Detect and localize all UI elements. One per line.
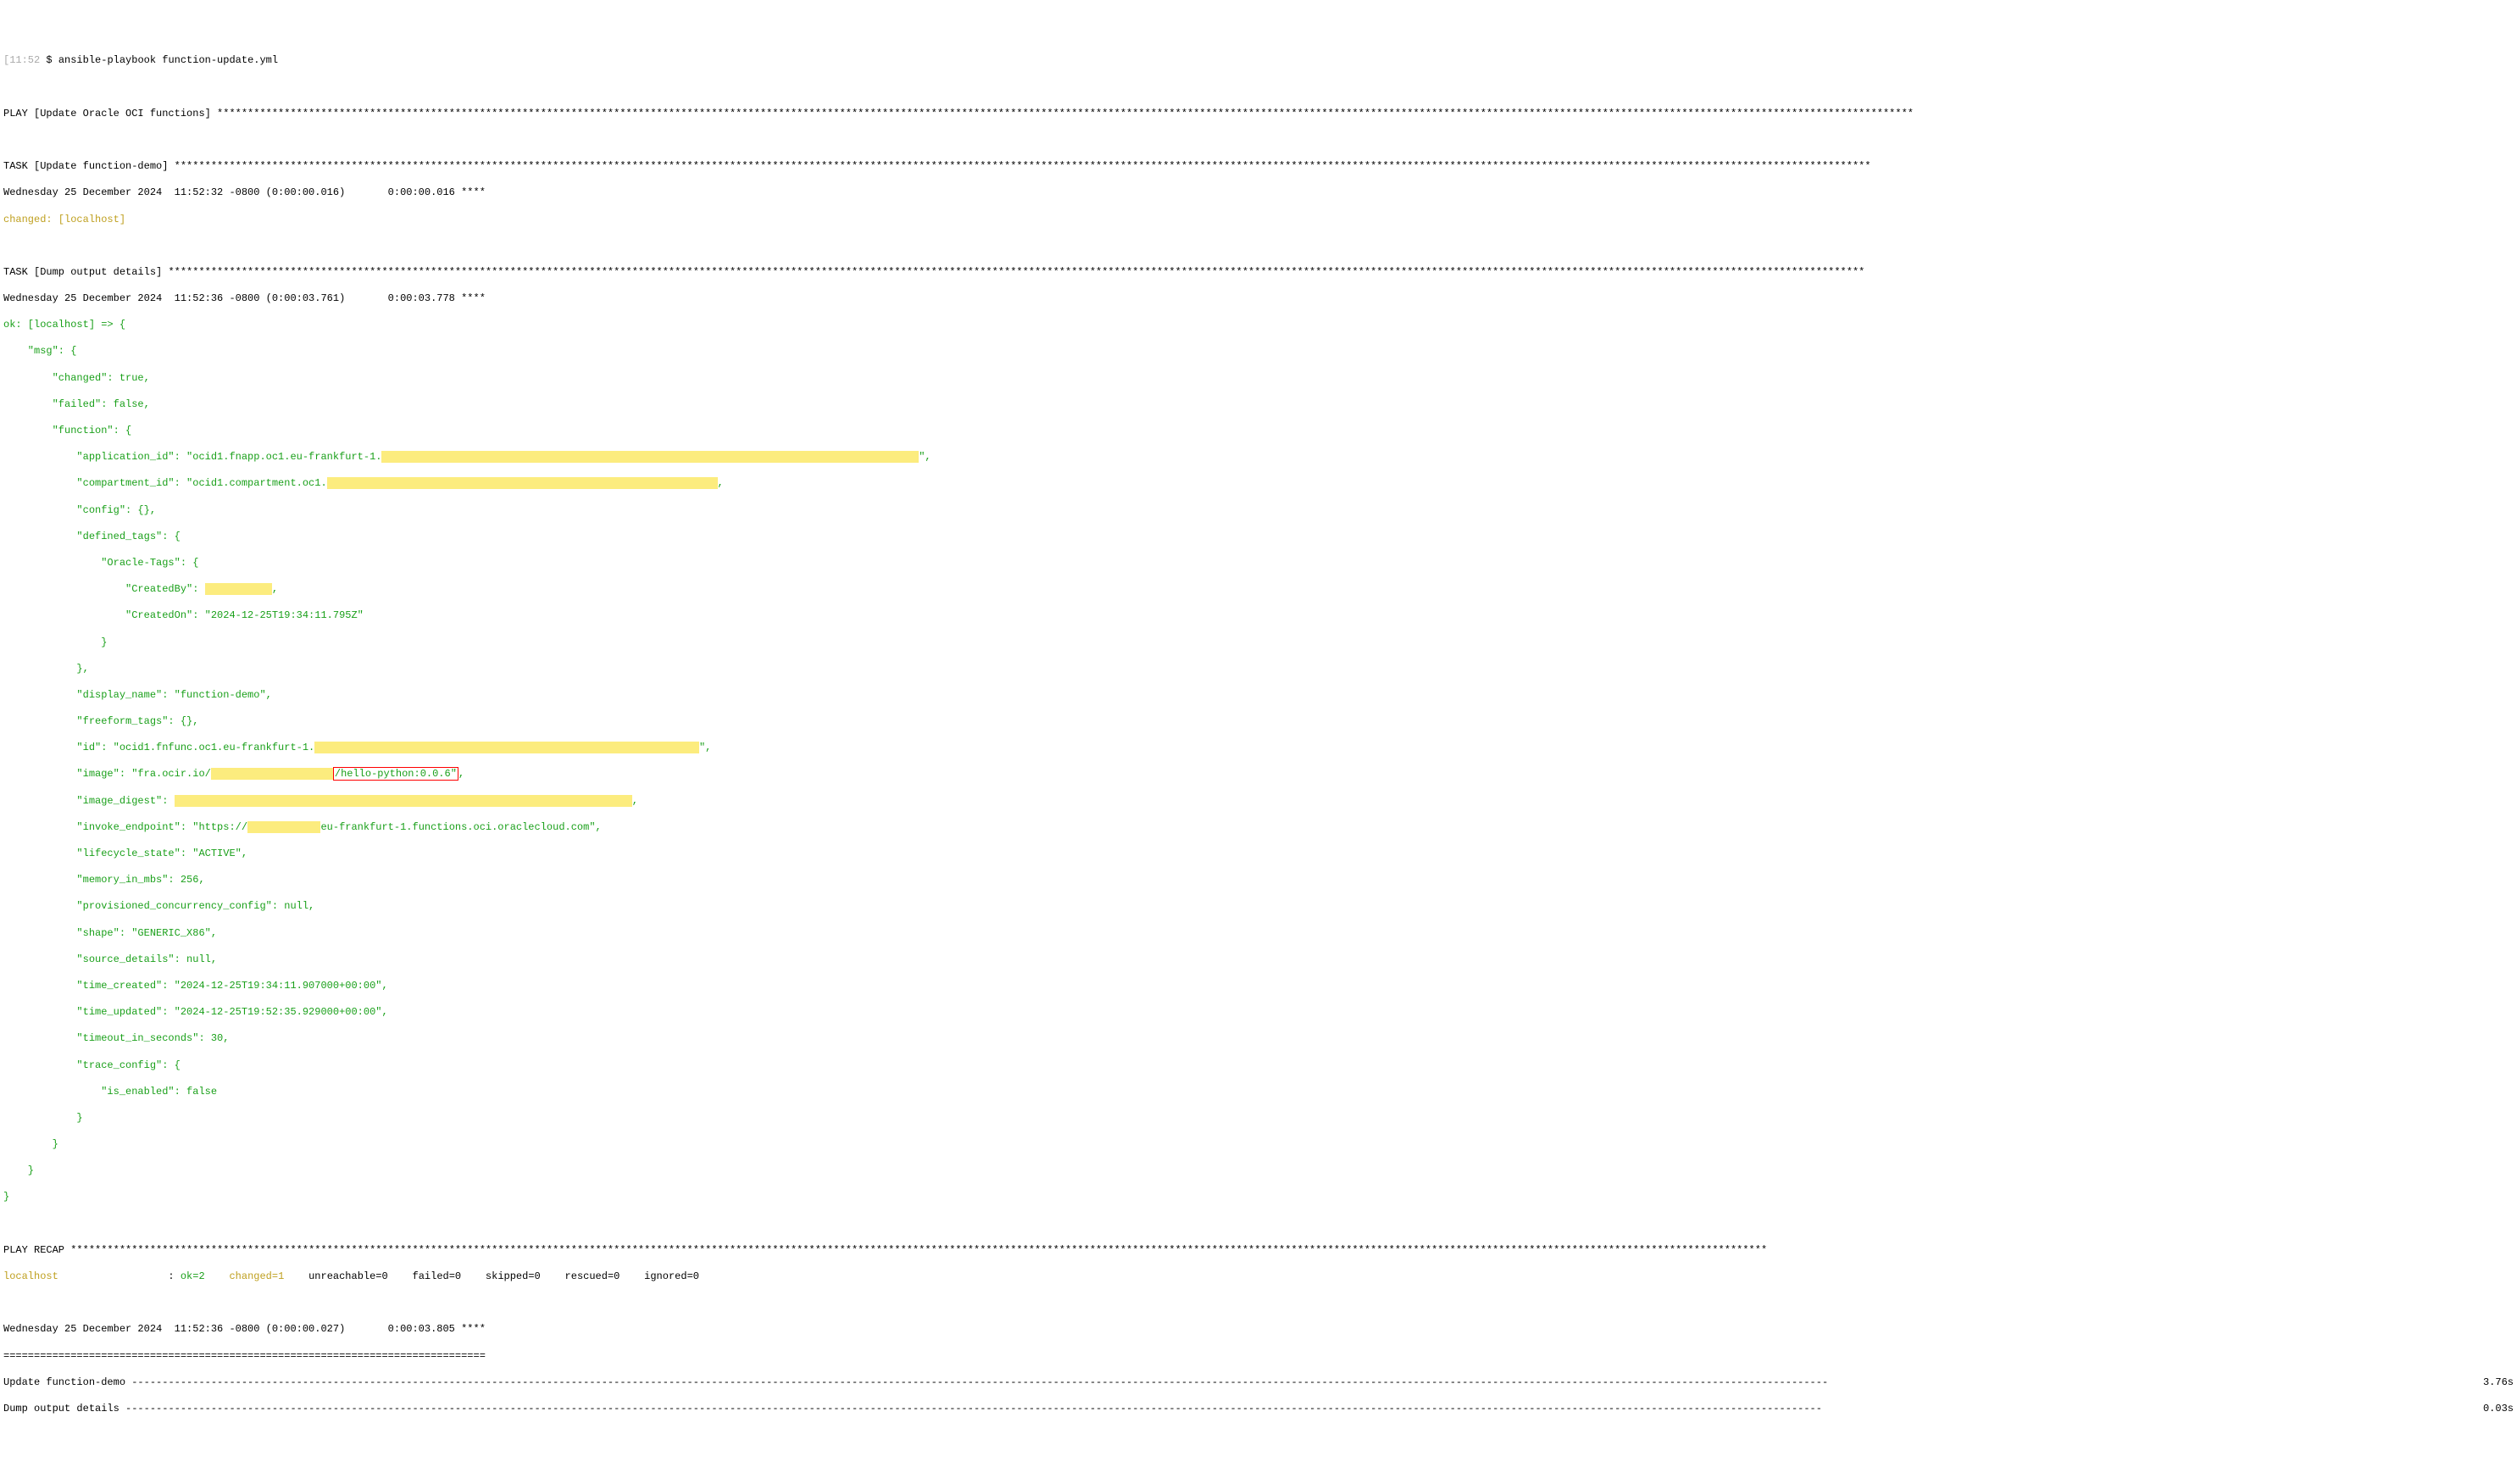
msg-memory: "memory_in_mbs": 256, [3,874,2514,887]
play-header: PLAY [Update Oracle OCI functions] *****… [3,108,2514,121]
msg-shape: "shape": "GENERIC_X86", [3,927,2514,941]
footer-task1: Update function-demo -------------------… [3,1376,2514,1390]
msg-source-details: "source_details": null, [3,953,2514,967]
msg-changed: "changed": true, [3,372,2514,386]
footer-timestamp: Wednesday 25 December 2024 11:52:36 -080… [3,1323,2514,1337]
footer-sep: ========================================… [3,1350,2514,1364]
footer-task2: Dump output details --------------------… [3,1403,2514,1416]
msg-time-created: "time_created": "2024-12-25T19:34:11.907… [3,980,2514,993]
msg-open: "msg": { [3,345,2514,358]
msg-image-digest: "image_digest": , [3,795,2514,809]
prompt-command: ansible-playbook function-update.yml [58,54,278,66]
msg-invoke-endpoint: "invoke_endpoint": "https:// eu-frankfur… [3,821,2514,835]
msg-compartment-id: "compartment_id": "ocid1.compartment.oc1… [3,477,2514,491]
redacted-app-id [381,451,919,463]
msg-oracle-tags-close: } [3,636,2514,650]
task1-timestamp: Wednesday 25 December 2024 11:52:32 -080… [3,186,2514,200]
msg-is-enabled: "is_enabled": false [3,1086,2514,1099]
task2-timestamp: Wednesday 25 December 2024 11:52:36 -080… [3,292,2514,306]
msg-close: } [3,1164,2514,1178]
task1-status: changed: [localhost] [3,214,2514,227]
msg-failed: "failed": false, [3,398,2514,412]
msg-timeout: "timeout_in_seconds": 30, [3,1032,2514,1046]
redacted-image-registry [211,768,333,780]
redacted-image-digest [175,795,632,807]
recap-host: localhost [3,1270,58,1282]
msg-config: "config": {}, [3,504,2514,518]
redacted-id [314,742,699,753]
msg-defined-tags-open: "defined_tags": { [3,531,2514,544]
recap-rest: unreachable=0 failed=0 skipped=0 rescued… [308,1270,699,1282]
redacted-compartment-id [327,477,718,489]
msg-time-updated: "time_updated": "2024-12-25T19:52:35.929… [3,1006,2514,1020]
prompt-line: [11:52 $ ansible-playbook function-updat… [3,54,2514,68]
msg-pcc: "provisioned_concurrency_config": null, [3,900,2514,914]
msg-created-by: "CreatedBy": , [3,583,2514,597]
root-close: } [3,1191,2514,1204]
image-tag-box: /hello-python:0.0.6" [333,767,458,781]
msg-image: "image": "fra.ocir.io/ /hello-python:0.0… [3,768,2514,781]
msg-freeform-tags: "freeform_tags": {}, [3,715,2514,729]
msg-function-close: } [3,1138,2514,1152]
recap-line: localhost : ok=2 changed=1 unreachable=0… [3,1270,2514,1284]
msg-app-id: "application_id": "ocid1.fnapp.oc1.eu-fr… [3,451,2514,464]
task1-header: TASK [Update function-demo] ************… [3,160,2514,174]
msg-trace-close: } [3,1112,2514,1126]
task2-header: TASK [Dump output details] *************… [3,266,2514,280]
recap-ok: ok=2 [181,1270,223,1282]
msg-trace-open: "trace_config": { [3,1059,2514,1073]
msg-display-name: "display_name": "function-demo", [3,689,2514,703]
redacted-invoke-subdomain [247,821,320,833]
msg-function-open: "function": { [3,425,2514,438]
msg-id: "id": "ocid1.fnfunc.oc1.eu-frankfurt-1. … [3,742,2514,755]
msg-oracle-tags-open: "Oracle-Tags": { [3,557,2514,570]
msg-defined-tags-close: }, [3,663,2514,676]
ok-localhost: ok: [localhost] => { [3,319,2514,332]
redacted-created-by [205,583,272,595]
msg-lifecycle: "lifecycle_state": "ACTIVE", [3,848,2514,861]
prompt-time: [11:52 [3,54,40,66]
recap-changed: changed=1 [229,1270,302,1282]
play-recap-header: PLAY RECAP *****************************… [3,1244,2514,1258]
msg-created-on: "CreatedOn": "2024-12-25T19:34:11.795Z" [3,609,2514,623]
